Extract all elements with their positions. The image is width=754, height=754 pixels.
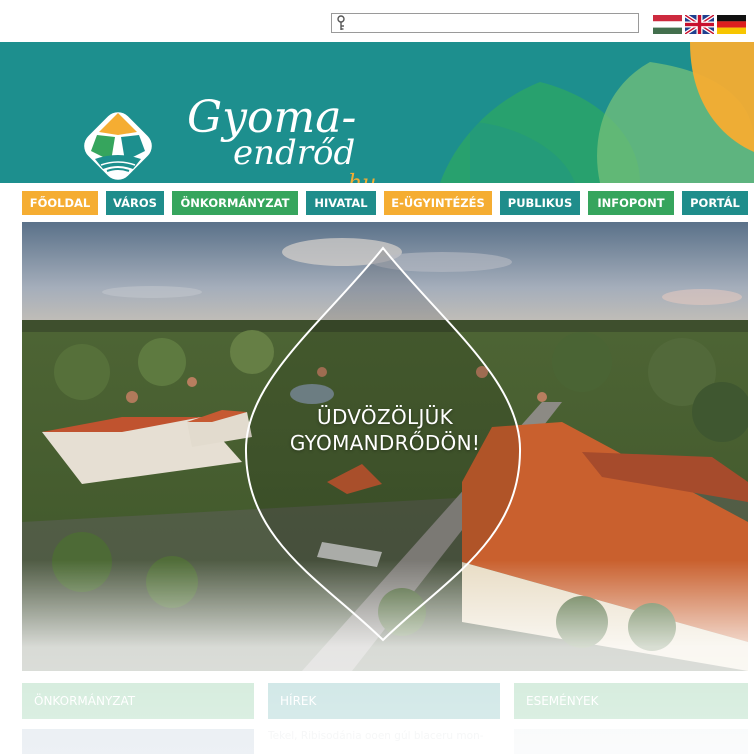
section-tab-onkormanyzat[interactable]: ÖNKORMÁNYZAT xyxy=(22,683,254,719)
main-navigation: FŐOLDAL VÁROS ÖNKORMÁNYZAT HIVATAL E-ÜGY… xyxy=(0,191,754,217)
hero-title-line1: ÜDVÖZÖLJÜK xyxy=(317,405,453,429)
germany-flag-icon[interactable] xyxy=(717,15,746,34)
news-thumbnail[interactable] xyxy=(22,729,254,754)
site-logo-script[interactable]: Gyoma- endrőd .hu xyxy=(185,92,405,183)
nav-item-onkormanyzat[interactable]: ÖNKORMÁNYZAT xyxy=(172,191,298,215)
hero-title-line2: GYOMANDRŐDÖN! xyxy=(289,431,481,455)
hungary-flag-icon[interactable] xyxy=(653,15,682,34)
nav-item-varos[interactable]: VÁROS xyxy=(106,191,164,215)
nav-item-publikus[interactable]: PUBLIKUS xyxy=(500,191,580,215)
nav-item-portal[interactable]: PORTÁL xyxy=(682,191,748,215)
logo-script-line2: endrőd xyxy=(233,133,355,173)
section-tab-esemenyek[interactable]: ESEMÉNYEK xyxy=(514,683,748,719)
search-input[interactable] xyxy=(350,15,638,32)
header-banner: Gyoma- endrőd .hu xyxy=(0,42,754,183)
nav-item-fooldal[interactable]: FŐOLDAL xyxy=(22,191,98,215)
section-tab-hirek[interactable]: HÍREK xyxy=(268,683,500,719)
city-logo[interactable] xyxy=(77,105,159,183)
key-icon xyxy=(336,15,347,35)
news-preview-text[interactable]: Tekel, Ribisodánia ooen gúl blaceru mon- xyxy=(268,730,500,742)
search-box[interactable] xyxy=(331,13,639,33)
nav-item-infopont[interactable]: INFOPONT xyxy=(588,191,674,215)
nav-item-e-ugyintezes[interactable]: E-ÜGYINTÉZÉS xyxy=(384,191,492,215)
event-preview[interactable] xyxy=(514,729,748,754)
hero-banner: ÜDVÖZÖLJÜK GYOMANDRŐDÖN! xyxy=(22,222,748,671)
logo-script-suffix: .hu xyxy=(341,171,376,183)
top-bar xyxy=(0,0,754,42)
nav-item-hivatal[interactable]: HIVATAL xyxy=(306,191,376,215)
uk-flag-icon[interactable] xyxy=(685,15,714,34)
